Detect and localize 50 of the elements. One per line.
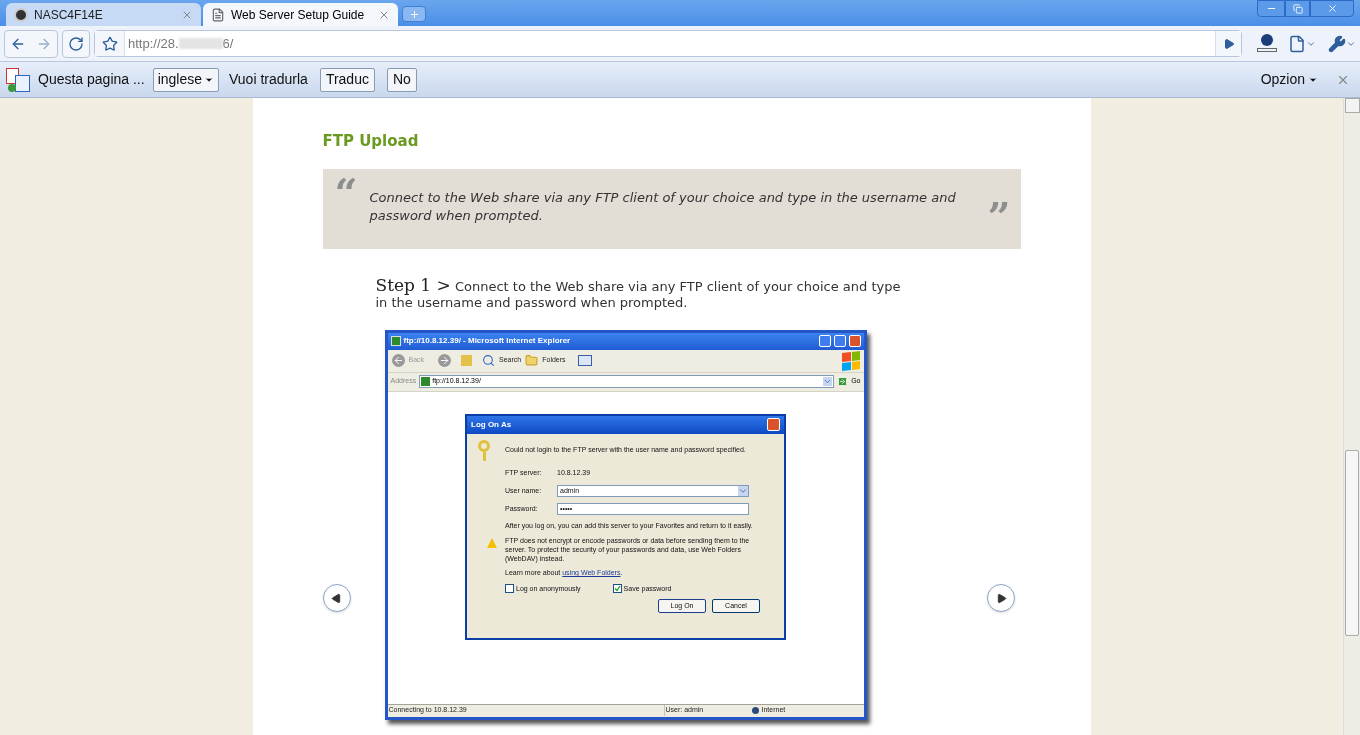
options-button[interactable]: Opzion bbox=[1260, 69, 1318, 90]
go-icon[interactable] bbox=[837, 376, 849, 387]
windows-logo-icon bbox=[841, 350, 860, 371]
close-quote: ” bbox=[987, 196, 1011, 242]
back-icon[interactable] bbox=[391, 354, 405, 367]
wrench-icon[interactable] bbox=[1328, 34, 1346, 53]
dropdown-icon[interactable] bbox=[823, 377, 833, 386]
url-text: 6/ bbox=[222, 34, 234, 53]
open-quote: “ bbox=[334, 172, 358, 218]
blurred-text bbox=[178, 38, 223, 49]
close-icon bbox=[1326, 3, 1338, 14]
tab-title: Web Server Setup Guide bbox=[231, 6, 366, 24]
section-heading: FTP Upload bbox=[322, 131, 420, 152]
page-menu-icon[interactable] bbox=[1288, 34, 1306, 53]
translate-prompt: Vuoi tradurla bbox=[229, 70, 308, 89]
app-icon bbox=[14, 7, 28, 22]
go-icon[interactable] bbox=[1222, 37, 1235, 50]
dropdown-icon[interactable] bbox=[738, 486, 748, 496]
globe-icon bbox=[751, 707, 759, 714]
url-text: http://28. bbox=[128, 34, 179, 53]
translate-button[interactable]: Traduc bbox=[319, 67, 375, 92]
folder-icon[interactable] bbox=[525, 354, 539, 367]
restore-icon bbox=[1292, 3, 1303, 14]
page-icon bbox=[211, 7, 225, 22]
checkbox[interactable] bbox=[612, 584, 622, 594]
forward-icon[interactable] bbox=[438, 354, 452, 367]
checkbox[interactable] bbox=[505, 584, 514, 594]
translate-message: Questa pagina ... bbox=[38, 70, 145, 89]
translate-button[interactable]: No bbox=[386, 67, 417, 92]
translate-icon bbox=[6, 67, 30, 92]
browser-tab[interactable]: NASC4F14E bbox=[6, 3, 201, 26]
address-field[interactable]: http://28. 6/ bbox=[94, 30, 1242, 57]
tab-title: NASC4F14E bbox=[34, 6, 104, 24]
plus-icon bbox=[408, 8, 420, 20]
quote-text: Connect to the Web share via any FTP client of your choice and type in the username and password when prompted. bbox=[369, 188, 957, 225]
restore-button[interactable] bbox=[1285, 0, 1310, 17]
warning-icon bbox=[487, 538, 497, 548]
browser-tab[interactable]: Web Server Setup Guide bbox=[203, 3, 398, 26]
step-text: Step 1 > Connect to the Web share via any FTP client of your choice and type in the username and password when prompted. bbox=[375, 276, 902, 311]
search-icon[interactable] bbox=[482, 354, 496, 367]
language-dropdown[interactable]: inglese bbox=[152, 67, 219, 92]
left-triangle-icon bbox=[331, 592, 342, 604]
new-tab-button[interactable] bbox=[402, 6, 426, 22]
next-button[interactable] bbox=[986, 584, 1015, 612]
previous-button[interactable] bbox=[322, 584, 351, 612]
dialog-title: Log On As bbox=[471, 418, 512, 431]
window-title: ftp://10.8.12.39/ - Microsoft Internet Explorer bbox=[403, 335, 571, 347]
star-icon[interactable] bbox=[101, 35, 118, 52]
right-triangle-icon bbox=[996, 592, 1007, 604]
maximize-button[interactable] bbox=[833, 335, 846, 347]
